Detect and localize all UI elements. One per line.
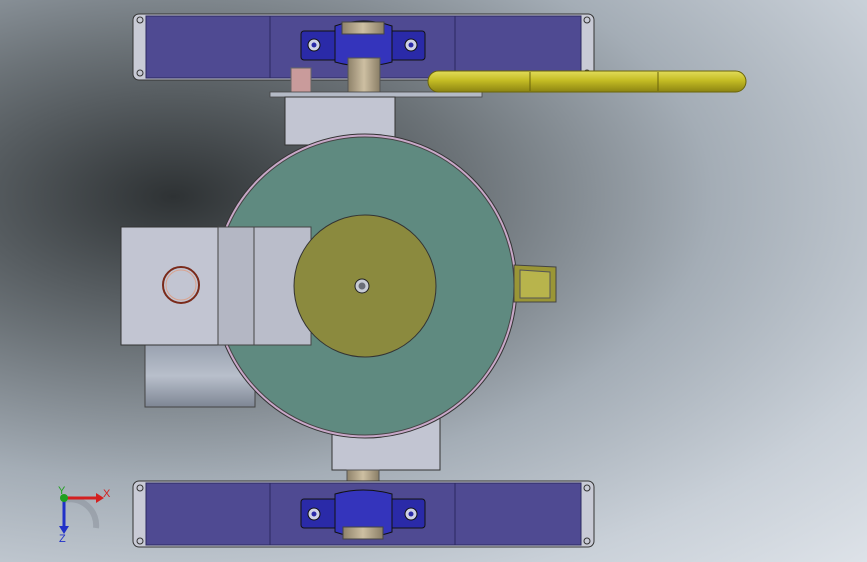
- triad-arc-icon: [63, 496, 100, 529]
- cad-model-viewport[interactable]: X Y Z: [0, 0, 867, 562]
- right-outlet-nozzle[interactable]: [513, 264, 557, 303]
- top-small-pin[interactable]: [290, 67, 312, 95]
- z-axis-label: Z: [59, 533, 66, 545]
- y-axis-label: Y: [58, 485, 66, 497]
- x-axis-label: X: [103, 488, 111, 500]
- left-mounting-bracket[interactable]: [120, 226, 312, 346]
- center-hub[interactable]: [293, 214, 437, 358]
- top-thin-plate[interactable]: [269, 91, 483, 98]
- yellow-connecting-rod[interactable]: [427, 70, 747, 93]
- coordinate-triad: X Y Z: [58, 485, 111, 545]
- assembly-drawing: X Y Z: [58, 13, 747, 548]
